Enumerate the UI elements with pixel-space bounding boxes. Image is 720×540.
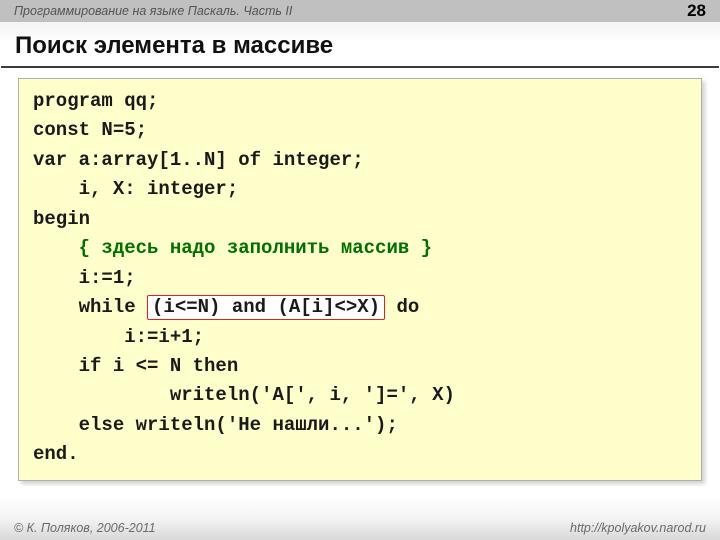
source-url: http://kpolyakov.narod.ru xyxy=(570,521,706,535)
slide-footer: © К. Поляков, 2006-2011 http://kpolyakov… xyxy=(0,521,720,535)
code-line: begin xyxy=(33,205,687,234)
code-line: end. xyxy=(33,440,687,469)
slide-header: Программирование на языке Паскаль. Часть… xyxy=(0,0,720,22)
page-number: 28 xyxy=(687,0,706,22)
code-line: i, X: integer; xyxy=(33,175,687,204)
code-line: const N=5; xyxy=(33,116,687,145)
code-line: program qq; xyxy=(33,87,687,116)
code-highlight: (i<=N) and (A[i]<>X) xyxy=(147,295,385,320)
course-title: Программирование на языке Паскаль. Часть… xyxy=(14,0,292,22)
code-line: i:=1; xyxy=(33,264,687,293)
code-block: program qq;const N=5;var a:array[1..N] o… xyxy=(18,78,702,481)
code-line: writeln('A[', i, ']=', X) xyxy=(33,381,687,410)
code-line: while (i<=N) and (A[i]<>X) do xyxy=(33,293,687,322)
slide-title: Поиск элемента в массиве xyxy=(1,22,719,68)
code-line: { здесь надо заполнить массив } xyxy=(33,234,687,263)
code-line: if i <= N then xyxy=(33,352,687,381)
copyright: © К. Поляков, 2006-2011 xyxy=(14,521,156,535)
code-line: i:=i+1; xyxy=(33,323,687,352)
code-line: else writeln('Не нашли...'); xyxy=(33,411,687,440)
code-line: var a:array[1..N] of integer; xyxy=(33,146,687,175)
code-comment: { здесь надо заполнить массив } xyxy=(79,237,432,259)
